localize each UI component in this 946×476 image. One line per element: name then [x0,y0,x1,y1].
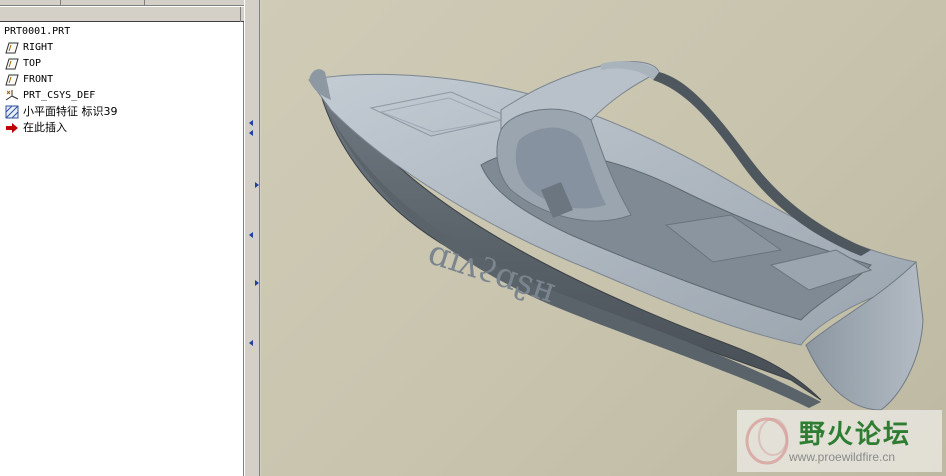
tree-item-label: FRONT [23,74,54,85]
insert-here-arrow-icon [6,123,18,133]
tree-item-label: TOP [23,58,42,69]
collapse-left-icon[interactable] [249,120,253,126]
collapse-left-icon[interactable] [249,340,253,346]
tree-item-insert-here[interactable]: 在此插入 [0,120,240,136]
tree-item-label: PRT_CSYS_DEF [23,90,96,101]
tree-root-label: PRT0001.PRT [4,26,71,37]
tree-item-label: 在此插入 [23,121,67,134]
tree-item-front[interactable]: FRONT [0,72,240,88]
panel-splitter[interactable] [244,0,261,476]
collapse-left-icon[interactable] [249,232,253,238]
tree-item-csys[interactable]: PRT_CSYS_DEF [0,88,240,104]
toolbar-tab-2[interactable] [60,0,145,5]
toolbar-tab-1[interactable] [0,0,61,5]
tree-column-header[interactable] [0,6,244,22]
datum-plane-icon [5,42,19,54]
expand-right-icon[interactable] [255,182,259,188]
collapse-left-icon[interactable] [249,130,253,136]
header-divider [240,7,241,22]
datum-plane-icon [5,58,19,70]
tree-item-right[interactable]: RIGHT [0,40,240,56]
model-tree-panel: PRT0001.PRT RIGHT TOP FRONT PRT_CSYS_DEF… [0,0,244,476]
tree-root-item[interactable]: PRT0001.PRT [0,24,240,40]
boat-model-view[interactable]: ɑıʌϩɑʂʜ [261,0,946,476]
expand-right-icon[interactable] [255,280,259,286]
model-tree-list: PRT0001.PRT RIGHT TOP FRONT PRT_CSYS_DEF… [0,24,240,136]
watermark-url: www.proewildfire.cn [789,450,896,464]
tree-item-facet-feature[interactable]: 小平面特征 标识39 [0,104,240,120]
watermark-title: 野火论坛 [799,420,912,450]
facet-feature-icon [5,105,19,119]
forum-watermark: 野火论坛 www.proewildfire.cn [737,410,942,472]
tree-item-top[interactable]: TOP [0,56,240,72]
tree-item-label: 小平面特征 标识39 [23,105,118,118]
datum-plane-icon [5,74,19,86]
tree-item-label: RIGHT [23,42,54,53]
graphics-window[interactable]: ɑıʌϩɑʂʜ 野火论坛 www.proewildfire.cn [261,0,946,476]
coordinate-system-icon [5,90,19,101]
splitter-line [259,0,260,476]
